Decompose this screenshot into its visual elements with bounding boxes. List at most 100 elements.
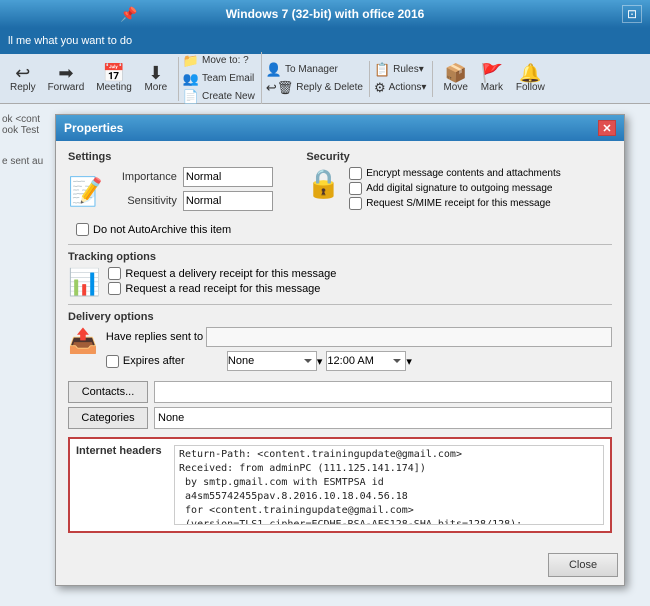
tell-me-text: ll me what you want to do (8, 35, 132, 47)
to-manager-btn[interactable]: 👤 To Manager (266, 61, 363, 79)
side-text: ok <cont ook Test e sent au (2, 114, 43, 167)
actions-icon: ⚙ (374, 80, 386, 96)
digital-sig-checkbox[interactable] (349, 182, 362, 195)
meeting-label: Meeting (96, 82, 132, 93)
follow-label: Follow (516, 82, 545, 93)
dialog-close-button[interactable]: ✕ (598, 120, 616, 136)
respond-group: ↩ Reply ➡ Forward 📅 Meeting ⬇ More (4, 57, 179, 101)
actions-btn[interactable]: ⚙ Actions▾ (374, 79, 426, 97)
dialog-body: Settings 📝 Importance Normal High Low (56, 141, 624, 551)
move-to-btn[interactable]: 📁 Move to: ? (183, 52, 255, 70)
expires-label: Expires after (123, 355, 223, 367)
delivery-receipt-row: Request a delivery receipt for this mess… (108, 267, 336, 280)
delivery-icon: 📤 (68, 327, 98, 356)
expires-date-select[interactable]: None (227, 351, 317, 371)
headers-label: Internet headers (76, 445, 166, 525)
importance-select[interactable]: Normal High Low (183, 167, 273, 187)
forward-btn[interactable]: ➡ Forward (42, 62, 91, 95)
team-icon: 👥 (183, 71, 199, 87)
reply-icon: ↩ (15, 64, 30, 82)
manager-group: 👤 To Manager ↩🗑 Reply & Delete (266, 61, 370, 97)
read-receipt-checkbox[interactable] (108, 282, 121, 295)
categories-row: Categories (68, 407, 612, 429)
categories-input[interactable] (154, 407, 612, 429)
reply-delete-btn[interactable]: ↩🗑 Reply & Delete (266, 79, 363, 97)
settings-inner: 📝 Importance Normal High Low (68, 167, 286, 215)
expires-row: Expires after None ▾ 12:00 AM ▾ (106, 351, 612, 371)
replies-input[interactable] (206, 327, 612, 347)
reply-delete-label: Reply & Delete (296, 82, 363, 93)
window-icon: 📌 (120, 6, 137, 23)
autoarchive-checkbox[interactable] (76, 223, 89, 236)
contacts-button[interactable]: Contacts... (68, 381, 148, 403)
dialog-footer: Close (56, 551, 624, 585)
create-new-label: Create New (202, 91, 255, 102)
mark-btn[interactable]: 🚩 Mark (474, 62, 510, 95)
security-checks: Encrypt message contents and attachments… (349, 167, 561, 212)
smime-checkbox[interactable] (349, 197, 362, 210)
delivery-label: Delivery options (68, 311, 612, 323)
encrypt-checkbox[interactable] (349, 167, 362, 180)
more-btn[interactable]: ⬇ More (138, 62, 174, 95)
delivery-receipt-checkbox[interactable] (108, 267, 121, 280)
sensitivity-select[interactable]: Normal Personal Private Confidential (183, 191, 273, 211)
headers-textarea[interactable] (174, 445, 604, 525)
rules-label: Rules (393, 64, 419, 75)
internet-headers-section: Internet headers (68, 437, 612, 533)
tracking-inner: 📊 Request a delivery receipt for this me… (68, 267, 612, 298)
tracking-section: Tracking options 📊 Request a delivery re… (68, 251, 612, 298)
follow-btn[interactable]: 🔔 Follow (510, 62, 551, 95)
replies-row: Have replies sent to (106, 327, 612, 347)
move-group: 📁 Move to: ? 👥 Team Email 📄 Create New (183, 52, 262, 106)
expires-time-select[interactable]: 12:00 AM (326, 351, 406, 371)
more-label: More (144, 82, 167, 93)
categories-button[interactable]: Categories (68, 407, 148, 429)
maximize-btn[interactable]: ⊡ (622, 5, 642, 23)
move-icon: 📦 (444, 64, 466, 82)
ribbon: ↩ Reply ➡ Forward 📅 Meeting ⬇ More 📁 Mov… (0, 54, 650, 104)
delivery-receipt-label: Request a delivery receipt for this mess… (125, 268, 336, 280)
sensitivity-row: Sensitivity Normal Personal Private Conf… (111, 191, 273, 211)
move-label: Move (443, 82, 467, 93)
window-title: Windows 7 (32-bit) with office 2016 (226, 7, 425, 21)
create-icon: 📄 (183, 89, 199, 105)
contacts-input[interactable] (154, 381, 612, 403)
app-background: ok <cont ook Test e sent au Properties ✕… (0, 104, 650, 606)
forward-icon: ➡ (58, 64, 73, 82)
tracking-checks: Request a delivery receipt for this mess… (108, 267, 336, 297)
mark-label: Mark (481, 82, 503, 93)
tell-me-bar: ll me what you want to do (0, 28, 650, 54)
digital-sig-label: Add digital signature to outgoing messag… (366, 183, 552, 194)
expires-checkbox[interactable] (106, 355, 119, 368)
read-receipt-label: Request a read receipt for this message (125, 283, 320, 295)
encrypt-row: Encrypt message contents and attachments (349, 167, 561, 180)
create-new-btn[interactable]: 📄 Create New (183, 88, 255, 106)
settings-fields: Importance Normal High Low Sensitivity (111, 167, 273, 215)
divider1 (68, 244, 612, 245)
importance-label: Importance (111, 171, 183, 183)
mark-icon: 🚩 (481, 64, 503, 82)
delivery-fields: Have replies sent to Expires after None … (106, 327, 612, 375)
reply-btn[interactable]: ↩ Reply (4, 62, 42, 95)
divider2 (68, 304, 612, 305)
security-inner: 🔒 Encrypt message contents and attachmen… (306, 167, 612, 212)
team-email-btn[interactable]: 👥 Team Email (183, 70, 255, 88)
meeting-icon: 📅 (103, 64, 125, 82)
dialog-titlebar: Properties ✕ (56, 115, 624, 141)
dialog-title: Properties (64, 121, 123, 135)
smime-label: Request S/MIME receipt for this message (366, 198, 551, 209)
move-btn[interactable]: 📦 Move (437, 62, 473, 95)
close-button[interactable]: Close (548, 553, 618, 577)
contacts-row: Contacts... (68, 381, 612, 403)
rules-btn[interactable]: 📋 Rules▾ (374, 61, 426, 79)
smime-row: Request S/MIME receipt for this message (349, 197, 561, 210)
settings-security-row: Settings 📝 Importance Normal High Low (68, 151, 612, 215)
properties-dialog: Properties ✕ Settings 📝 Importance Nor (55, 114, 625, 586)
replies-label: Have replies sent to (106, 331, 206, 343)
tracking-label: Tracking options (68, 251, 612, 263)
encrypt-label: Encrypt message contents and attachments (366, 168, 561, 179)
read-receipt-row: Request a read receipt for this message (108, 282, 336, 295)
meeting-btn[interactable]: 📅 Meeting (90, 62, 138, 95)
sensitivity-label: Sensitivity (111, 195, 183, 207)
delivery-section: Delivery options 📤 Have replies sent to … (68, 311, 612, 375)
